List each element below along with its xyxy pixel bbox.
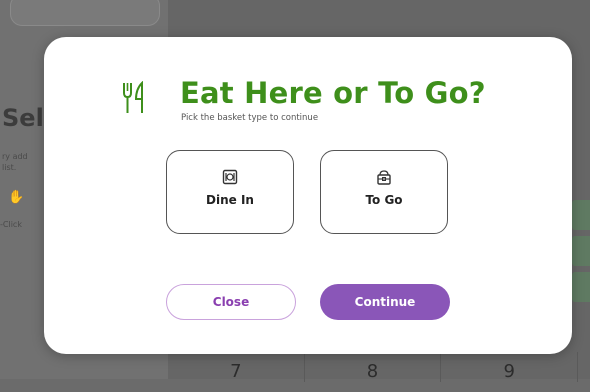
background-right-tabs: [572, 200, 590, 330]
dialog-title: Eat Here or To Go?: [180, 76, 486, 110]
keypad-key: 8: [305, 352, 442, 382]
close-button[interactable]: Close: [166, 284, 296, 320]
eat-here-or-to-go-dialog: Eat Here or To Go? Pick the basket type …: [44, 37, 572, 354]
hand-icon: ✋: [8, 190, 25, 205]
dialog-subtitle: Pick the basket type to continue: [181, 113, 319, 123]
background-text: ry add: [2, 152, 28, 161]
background-top-field: [10, 0, 160, 26]
dine-in-option[interactable]: Dine In: [166, 150, 294, 234]
takeout-bag-icon: [377, 170, 391, 185]
to-go-option[interactable]: To Go: [320, 150, 448, 234]
dine-in-label: Dine In: [206, 193, 254, 207]
keypad-key: 7: [168, 352, 305, 382]
dine-in-icon: [222, 169, 238, 185]
background-title: Sel: [2, 104, 44, 132]
fork-knife-icon: [123, 81, 143, 113]
background-keypad: 7 8 9: [168, 352, 579, 382]
to-go-label: To Go: [365, 193, 403, 207]
keypad-key: 9: [441, 352, 579, 382]
background-text: list.: [2, 163, 17, 172]
background-text: -Click: [0, 220, 22, 229]
continue-button[interactable]: Continue: [320, 284, 450, 320]
